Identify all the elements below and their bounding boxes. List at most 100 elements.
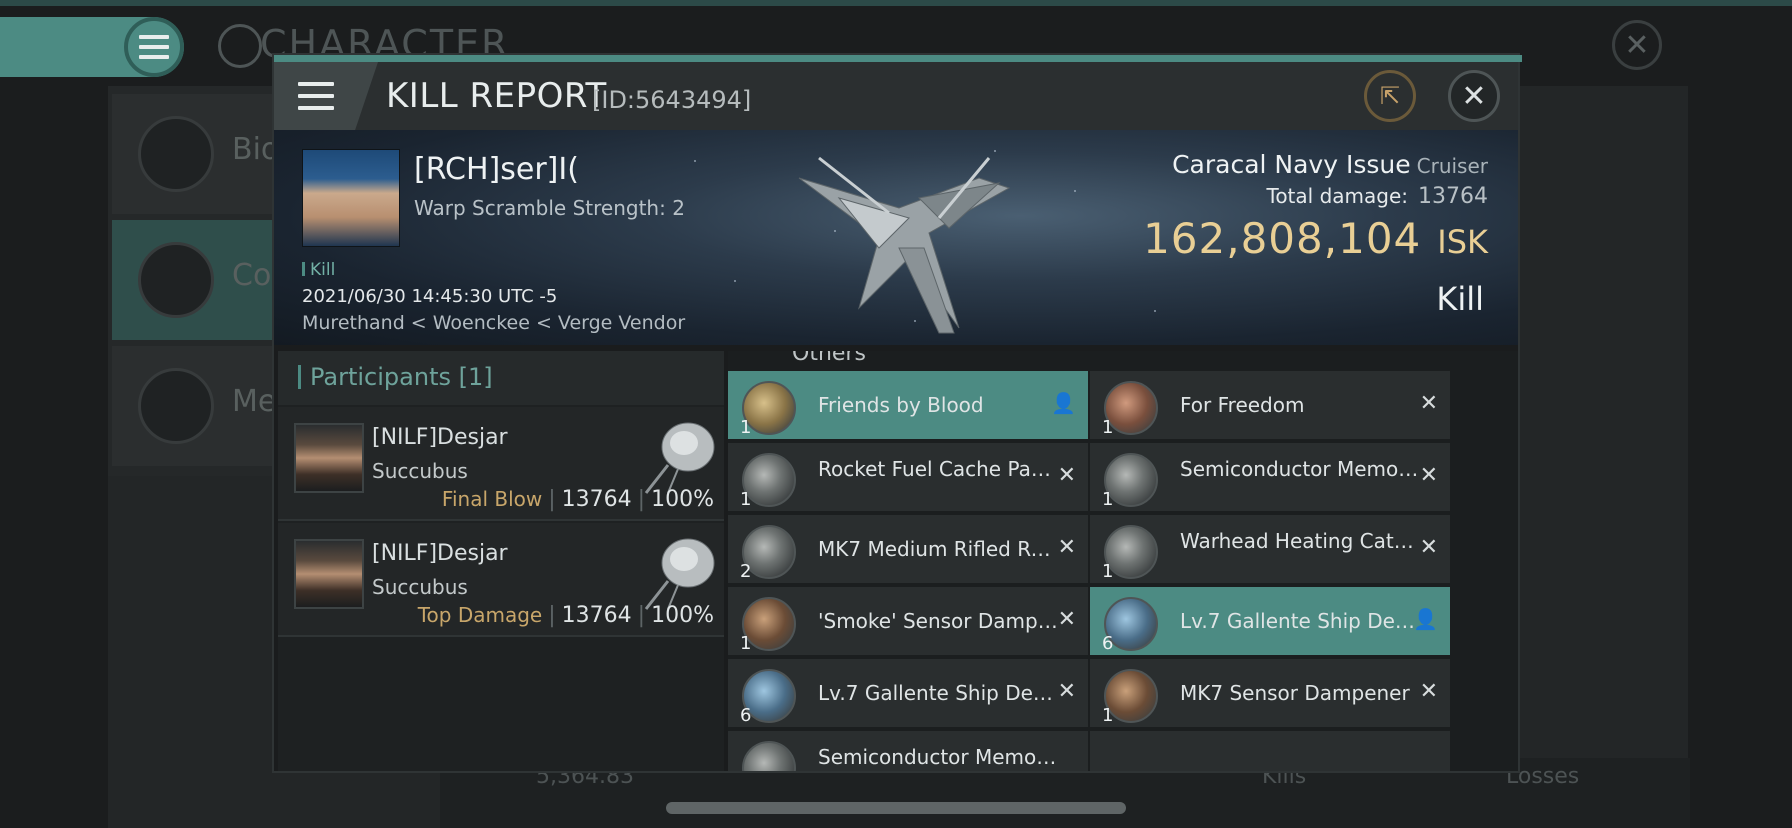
- participant-ship-image: [644, 422, 715, 494]
- close-icon: ✕: [1461, 78, 1487, 114]
- isk-unit: ISK: [1437, 223, 1488, 261]
- item-tile[interactable]: 6 Lv.7 Gallente Ship Debris 👤: [1090, 587, 1450, 657]
- participant-ship-image: [644, 538, 715, 610]
- participant-row[interactable]: [NILF]Desjar Succubus Final Blow | 13764 | 1…: [278, 407, 724, 521]
- item-tile[interactable]: 1 Semiconductor Memory Cel... ✕: [1090, 443, 1450, 513]
- item-tile[interactable]: 1 'Smoke' Sensor Dampener ✕: [728, 587, 1088, 657]
- participant-role: Final Blow: [441, 487, 543, 511]
- participant-damage: 13764: [561, 487, 632, 512]
- item-quantity: 1: [1102, 489, 1114, 510]
- item-quantity: 2: [740, 561, 752, 582]
- participant-avatar[interactable]: [294, 423, 364, 493]
- hamburger-icon: [139, 35, 169, 59]
- participant-ship: Succubus: [372, 459, 468, 483]
- dialog-accent-line: [274, 55, 1522, 62]
- item-tile[interactable]: 1 Friends by Blood 👤: [728, 371, 1088, 441]
- total-damage-value: 13764: [1418, 184, 1488, 209]
- kill-date: 2021/06/30 14:45:30 UTC -5: [302, 286, 558, 307]
- horizontal-scrollbar[interactable]: [666, 802, 1126, 814]
- items-section-title: Others: [792, 351, 866, 366]
- item-name: Friends by Blood: [818, 393, 984, 417]
- list-icon: [138, 116, 214, 192]
- screen-close-button[interactable]: ✕: [1612, 20, 1662, 70]
- item-name: Semiconductor Memory Cel...: [1180, 457, 1420, 481]
- participant-role: Top Damage: [417, 603, 543, 627]
- person-icon: 👤: [1051, 391, 1076, 415]
- dialog-title: KILL REPORT: [386, 76, 607, 116]
- destroyed-x-icon: ✕: [1419, 679, 1438, 704]
- participant-stats: Top Damage | 13764 | 100%: [418, 603, 714, 628]
- main-menu-button[interactable]: [124, 17, 184, 77]
- item-name: MK7 Medium Rifled Railgun: [818, 537, 1058, 561]
- top-accent-line: [0, 0, 1792, 6]
- participants-title: Participants [1]: [310, 363, 493, 391]
- participant-name: [NILF]Desjar: [372, 425, 508, 450]
- item-quantity: 1: [740, 417, 752, 438]
- item-name: Lv.7 Gallente Ship Debris: [1180, 609, 1420, 633]
- isk-amount: 162,808,104: [1143, 214, 1422, 263]
- participant-ship: Succubus: [372, 575, 468, 599]
- person-icon: 👤: [1413, 607, 1438, 631]
- divider: |: [637, 603, 646, 628]
- destroyed-x-icon: ✕: [1057, 679, 1076, 704]
- item-tile[interactable]: Semiconductor Memory Cel...: [728, 731, 1088, 771]
- destroyed-x-icon: ✕: [1419, 535, 1438, 560]
- total-damage-label: Total damage:: [1266, 184, 1409, 208]
- share-button[interactable]: ⇱: [1364, 70, 1416, 122]
- divider: |: [548, 487, 556, 512]
- item-quantity: 1: [1102, 561, 1114, 582]
- character-icon: [218, 24, 262, 68]
- item-quantity: 1: [740, 489, 752, 510]
- isk-value: 162,808,104 ISK: [1143, 214, 1488, 263]
- item-quantity: 1: [1102, 417, 1114, 438]
- kill-location[interactable]: Murethand < Woenckee < Verge Vendor: [302, 312, 685, 334]
- dialog-menu-button[interactable]: [274, 62, 378, 130]
- victim-portrait[interactable]: [302, 149, 400, 247]
- dialog-header: KILL REPORT [ID:5643494] ⇱ ✕: [274, 62, 1518, 130]
- item-tile[interactable]: 1 For Freedom ✕: [1090, 371, 1450, 441]
- participant-damage: 13764: [561, 603, 632, 628]
- participant-avatar[interactable]: [294, 539, 364, 609]
- item-name: Rocket Fuel Cache Partition...: [818, 457, 1058, 481]
- ship-class: Cruiser: [1416, 154, 1488, 178]
- destroyed-x-icon: ✕: [1419, 391, 1438, 416]
- participant-stats: Final Blow | 13764 | 100%: [442, 487, 714, 512]
- item-tile[interactable]: 6 Lv.7 Gallente Ship Debris ✕: [728, 659, 1088, 729]
- item-name: MK7 Sensor Dampener: [1180, 681, 1410, 705]
- participants-header: Participants [1]: [278, 351, 724, 405]
- kill-result: Kill: [1436, 280, 1484, 318]
- star-icon: [138, 368, 214, 444]
- item-icon: [742, 741, 796, 771]
- item-tile[interactable]: 1 Warhead Heating Catalyst... ✕: [1090, 515, 1450, 585]
- item-quantity: 1: [740, 633, 752, 654]
- ship-image: [798, 156, 1011, 334]
- destroyed-x-icon: ✕: [1057, 535, 1076, 560]
- item-name: Warhead Heating Catalyst...: [1180, 529, 1420, 553]
- victim-name[interactable]: [RCH]ser]I(: [414, 152, 579, 187]
- item-tile[interactable]: 2 MK7 Medium Rifled Railgun ✕: [728, 515, 1088, 585]
- hamburger-icon: [298, 82, 334, 110]
- destroyed-x-icon: ✕: [1057, 463, 1076, 488]
- participant-row[interactable]: [NILF]Desjar Succubus Top Damage | 13764 | 1…: [278, 523, 724, 637]
- close-icon: ✕: [1624, 27, 1650, 63]
- participant-percent: 100%: [651, 603, 714, 628]
- total-damage: Total damage: 13764: [1267, 184, 1489, 209]
- dialog-close-button[interactable]: ✕: [1448, 70, 1500, 122]
- swords-icon: [138, 242, 214, 318]
- item-name: For Freedom: [1180, 393, 1305, 417]
- victim-ship[interactable]: Caracal Navy Issue Cruiser: [1172, 150, 1488, 179]
- divider: |: [637, 487, 646, 512]
- kill-id: [ID:5643494]: [592, 86, 752, 114]
- external-link-icon: ⇱: [1379, 82, 1401, 110]
- ship-name: Caracal Navy Issue: [1172, 150, 1411, 179]
- participants-panel: Participants [1] [NILF]Desjar Succubus F…: [278, 351, 724, 771]
- header-accent-bar: [298, 365, 301, 389]
- victim-banner: [RCH]ser]I( Warp Scramble Strength: 2 Ki…: [274, 130, 1518, 345]
- participant-percent: 100%: [651, 487, 714, 512]
- item-tile[interactable]: 1 Rocket Fuel Cache Partition... ✕: [728, 443, 1088, 513]
- warp-scramble-strength: Warp Scramble Strength: 2: [414, 196, 685, 220]
- item-quantity: 6: [740, 705, 752, 726]
- item-tile[interactable]: 1 MK7 Sensor Dampener ✕: [1090, 659, 1450, 729]
- participant-name: [NILF]Desjar: [372, 541, 508, 566]
- divider: |: [548, 603, 556, 628]
